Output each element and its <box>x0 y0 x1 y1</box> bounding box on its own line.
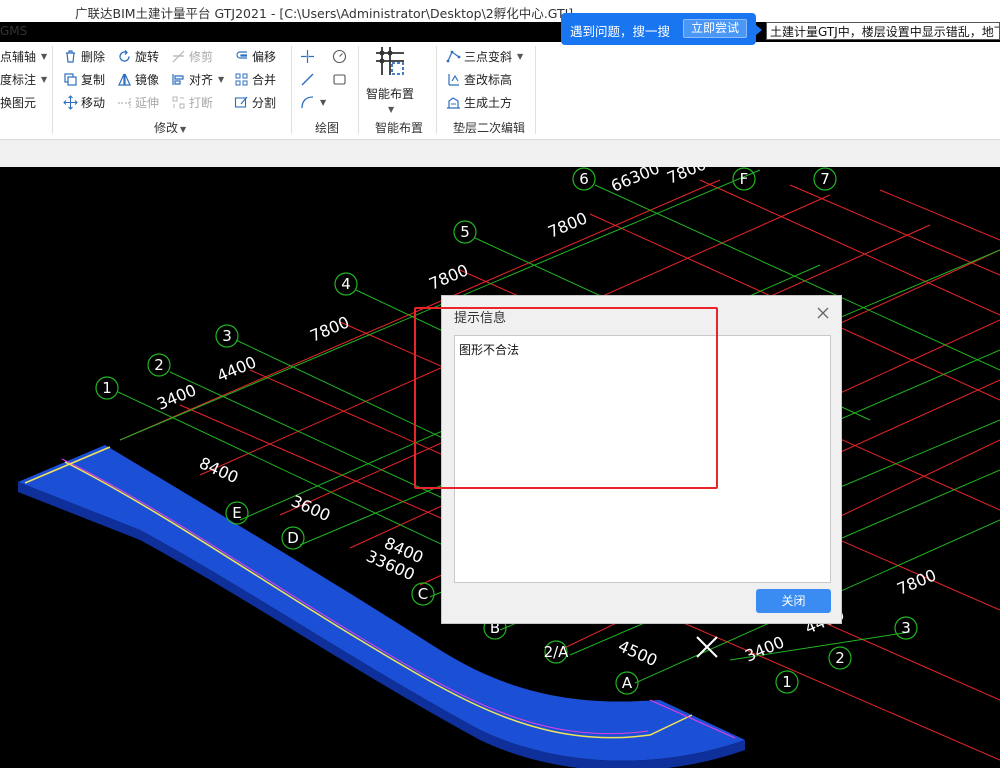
dimension-button[interactable]: 度标注 ▼ <box>0 69 47 89</box>
axis-num-4: 4 <box>341 275 351 293</box>
elevation-icon <box>446 72 461 87</box>
rotate-icon <box>117 49 132 64</box>
dim-left: 3600 <box>288 491 333 525</box>
delete-button[interactable]: 删除 <box>63 46 105 66</box>
axis-num-1: 1 <box>102 379 112 397</box>
replace-element-button[interactable]: 换图元 <box>0 92 36 112</box>
extend-button[interactable]: 延伸 <box>117 92 159 112</box>
split-icon <box>234 95 249 110</box>
split-button[interactable]: 分割 <box>234 92 276 112</box>
separator <box>535 46 536 134</box>
bottom-num-2: 2 <box>835 649 845 667</box>
mirror-button[interactable]: 镜像 <box>117 69 159 89</box>
smart-layout-icon <box>374 45 406 77</box>
separator <box>358 46 359 134</box>
circle-tool-button[interactable] <box>332 46 347 66</box>
align-button[interactable]: 对齐 ▼ <box>171 69 224 89</box>
extend-icon <box>117 95 132 110</box>
smart-layout-dropdown[interactable]: ▼ <box>386 99 394 119</box>
search-helper-popup: 遇到问题，搜一搜 立即尝试 <box>561 13 762 45</box>
cushion-group-label: 垫层二次编辑 <box>453 121 526 135</box>
ribbon-strip <box>0 139 1000 167</box>
arc-tool-button[interactable]: ▼ <box>300 92 326 112</box>
dim-top: 4400 <box>214 352 259 385</box>
line-tool-button[interactable] <box>300 69 315 89</box>
break-button[interactable]: 打断 <box>171 92 213 112</box>
close-icon[interactable] <box>815 305 831 321</box>
circle-icon <box>332 49 347 64</box>
separator <box>291 46 292 134</box>
axis-letter-F: F <box>740 170 749 188</box>
dim-top: 7800 <box>545 208 590 241</box>
smart-layout-icon-wrap[interactable] <box>372 44 408 78</box>
move-button[interactable]: 移动 <box>63 92 105 112</box>
generate-earthwork-button[interactable]: 生成土方 <box>446 92 512 112</box>
dim-top: 7800 <box>664 167 709 188</box>
smart-group-label: 智能布置 <box>375 121 424 135</box>
axis-letter-C: C <box>418 585 428 603</box>
dim-left: 8400 <box>196 453 241 487</box>
offset-icon <box>234 49 249 64</box>
three-point-slope-button[interactable]: 三点变斜 ▼ <box>446 46 523 66</box>
rotate-button[interactable]: 旋转 <box>117 46 159 66</box>
separator <box>436 46 437 134</box>
trim-icon <box>171 49 186 64</box>
red-highlight-annotation <box>414 307 718 489</box>
merge-button[interactable]: 合并 <box>234 69 276 89</box>
arc-icon <box>300 95 315 110</box>
axis-num-7: 7 <box>820 170 830 188</box>
trim-button[interactable]: 修剪 <box>171 46 213 66</box>
separator <box>52 46 53 134</box>
cursor-cross-icon <box>696 636 718 658</box>
point-tool-button[interactable] <box>300 46 315 66</box>
axis-num-2: 2 <box>154 356 164 374</box>
window-title: 广联达BIM土建计量平台 GTJ2021 - [C:\Users\Adminis… <box>75 6 574 21</box>
rect-tool-button[interactable] <box>332 69 347 89</box>
title-bar: 广联达BIM土建计量平台 GTJ2021 - [C:\Users\Adminis… <box>0 0 1000 22</box>
ribbon-toolbar: 点辅轴 ▼ 度标注 ▼ 换图元 删除 旋转 修剪 偏移 复制 镜像 对齐 ▼ 合并 移… <box>0 42 1000 139</box>
axis-num-5: 5 <box>460 223 470 241</box>
earthwork-icon <box>446 95 461 110</box>
bottom-num-3: 3 <box>901 619 911 637</box>
aux-axis-button[interactable]: 点辅轴 ▼ <box>0 46 47 66</box>
copy-button[interactable]: 复制 <box>63 69 105 89</box>
move-icon <box>63 94 78 110</box>
search-input[interactable] <box>766 22 1000 40</box>
close-button[interactable]: 关闭 <box>756 589 831 613</box>
axis-letter-E: E <box>232 504 241 522</box>
search-prompt: 遇到问题，搜一搜 <box>570 24 671 39</box>
break-icon <box>171 95 186 110</box>
axis-letter-2A: 2/A <box>544 643 570 661</box>
try-now-button[interactable]: 立即尝试 <box>683 19 747 38</box>
draw-group-label: 绘图 <box>315 121 340 135</box>
rectangle-icon <box>332 72 347 87</box>
bottom-num-1: 1 <box>782 673 792 691</box>
mirror-icon <box>117 72 132 87</box>
edit-elevation-button[interactable]: 查改标高 <box>446 69 512 89</box>
axis-num-3: 3 <box>222 327 232 345</box>
dim-bottom: 3400 <box>742 632 787 665</box>
align-icon <box>171 72 186 87</box>
dim-bottom: 7800 <box>894 565 939 598</box>
line-icon <box>300 72 315 87</box>
copy-icon <box>63 72 78 87</box>
gms-label[interactable]: GMS <box>0 24 27 38</box>
offset-button[interactable]: 偏移 <box>234 46 276 66</box>
dim-top: 7800 <box>426 260 471 293</box>
dim-top: 7800 <box>307 312 352 345</box>
modify-group-label[interactable]: 修改 ▼ <box>154 119 186 136</box>
slope-icon <box>446 49 461 64</box>
merge-icon <box>234 72 249 87</box>
axis-num-6: 6 <box>579 170 589 188</box>
trash-icon <box>63 49 78 64</box>
dim-bottom: 4500 <box>615 636 660 670</box>
dim-top: 66300 <box>608 167 662 196</box>
axis-letter-D: D <box>287 529 299 547</box>
crosshair-icon <box>300 49 315 64</box>
axis-letter-A: A <box>622 674 633 692</box>
